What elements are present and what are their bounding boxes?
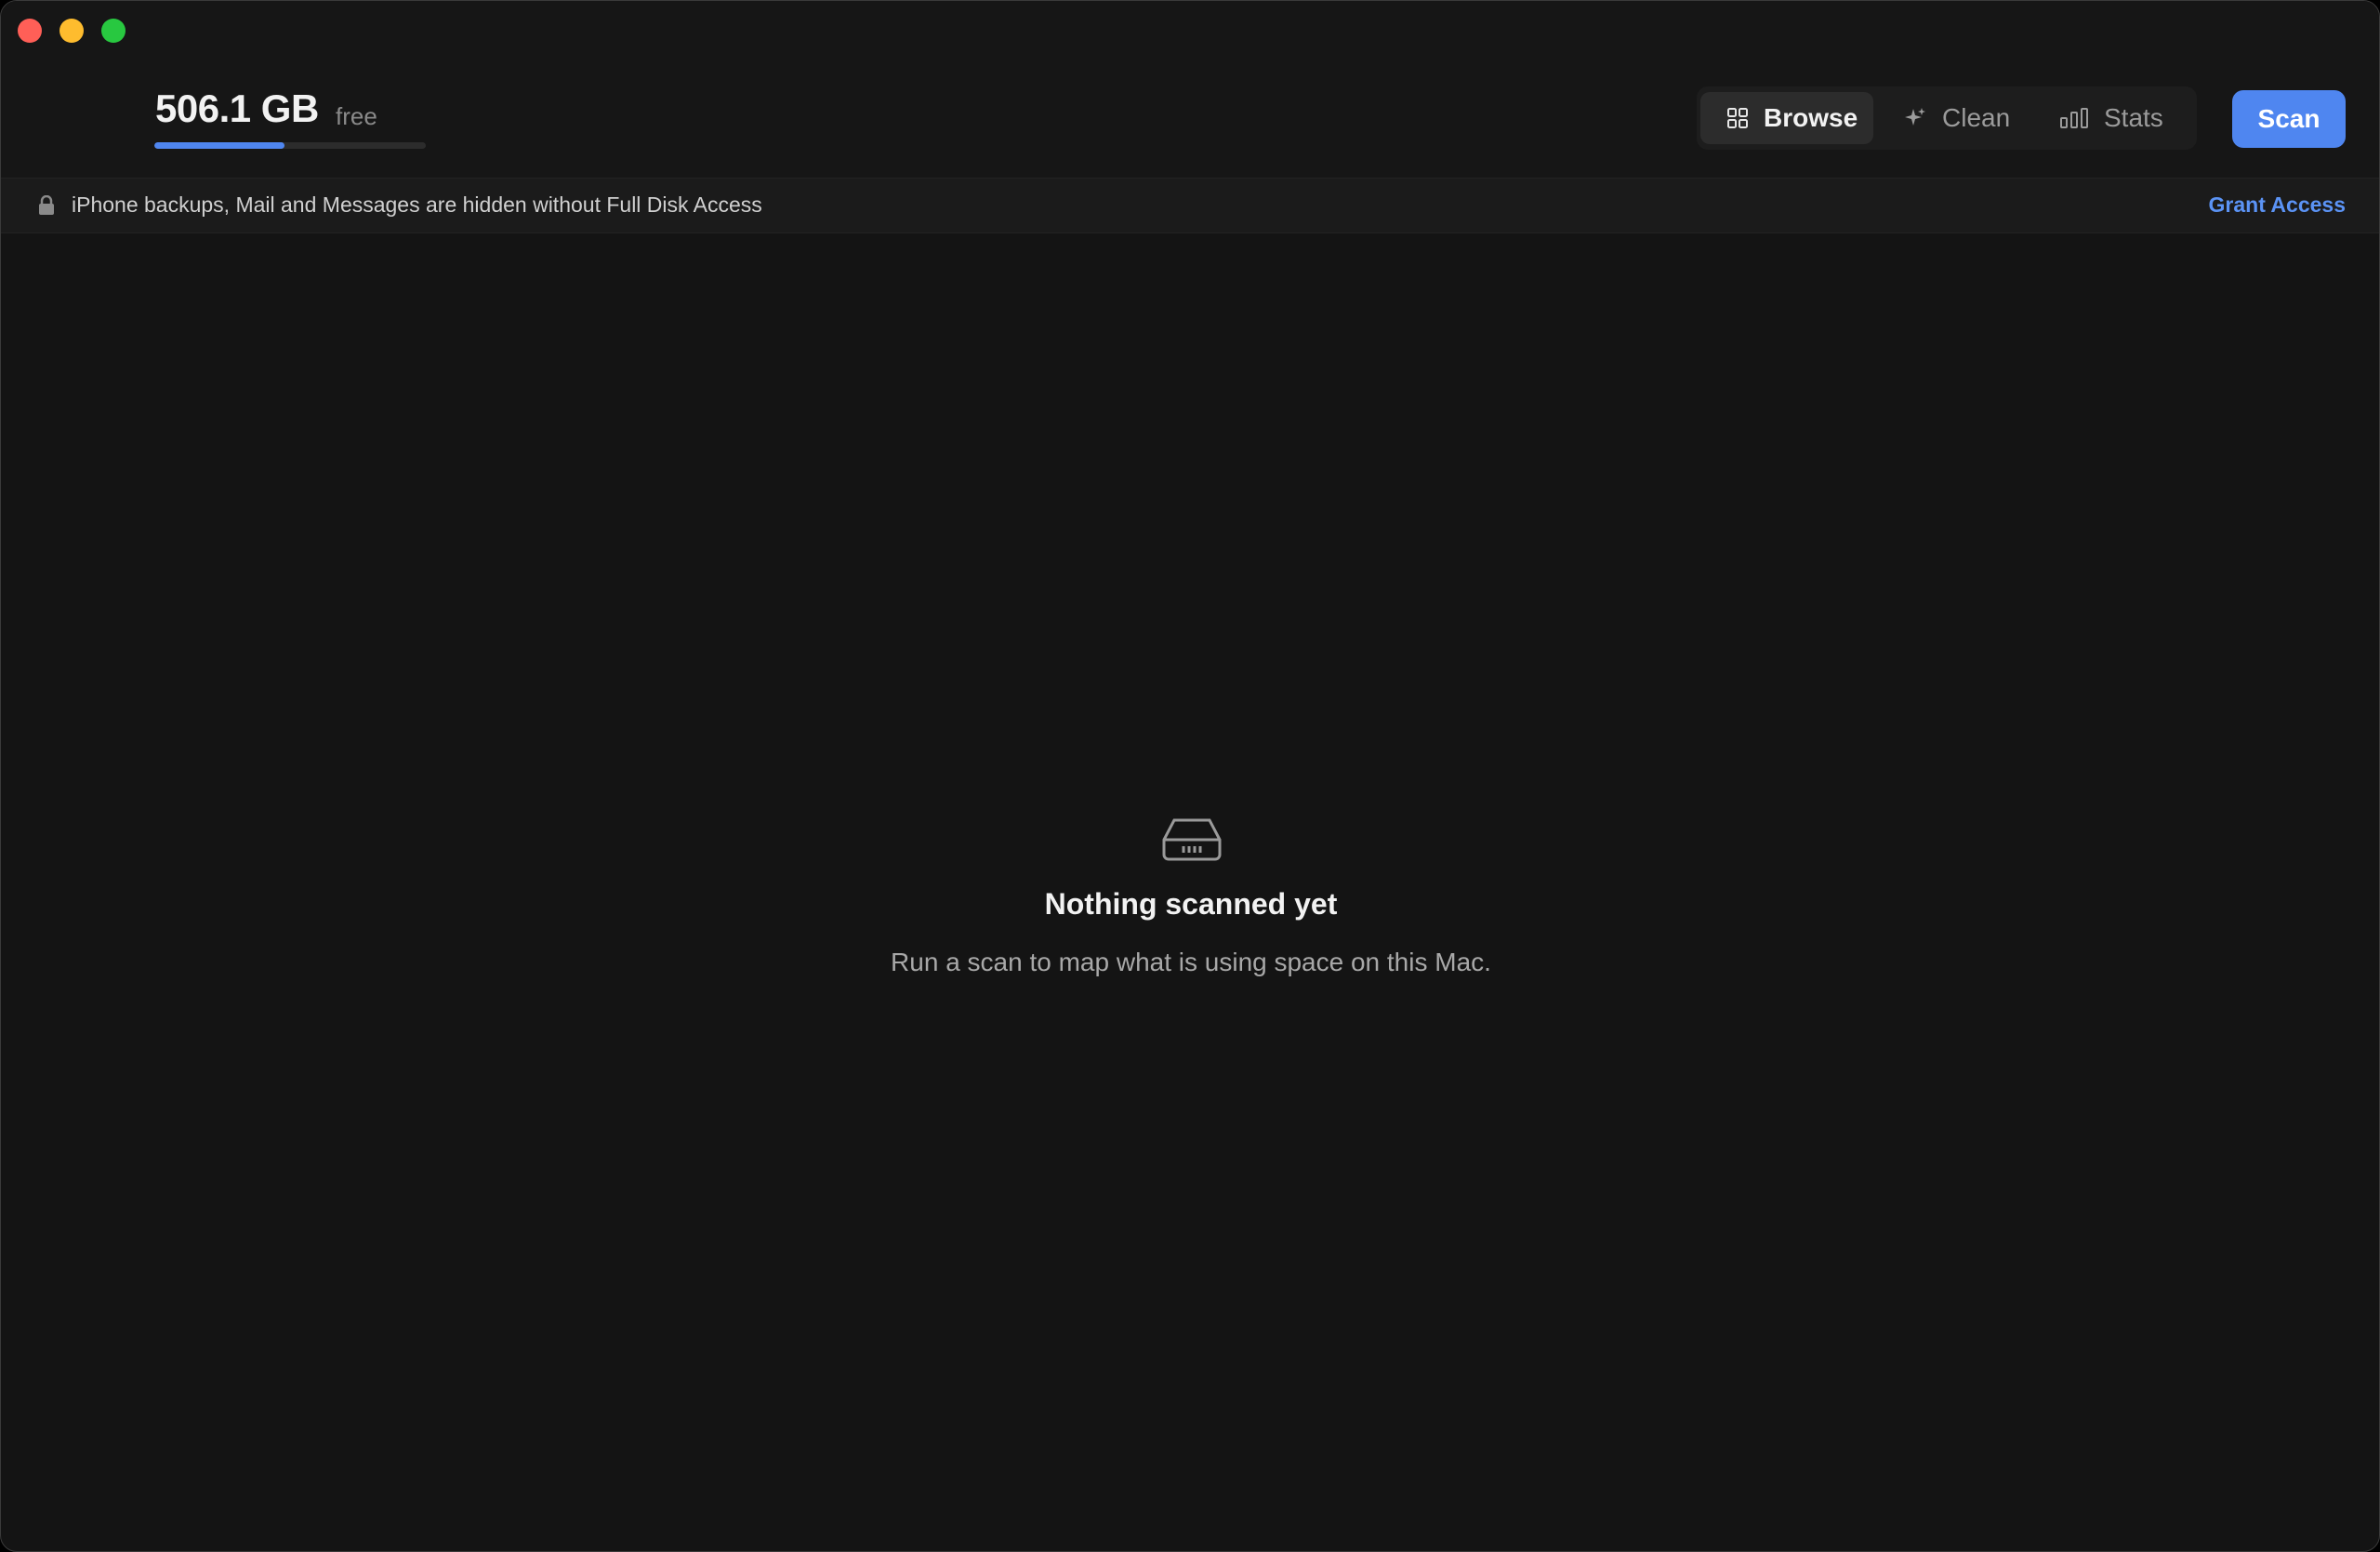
full-disk-access-banner: iPhone backups, Mail and Messages are hi… (1, 178, 2379, 233)
grid-icon (1727, 108, 1748, 128)
minimize-window-button[interactable] (60, 19, 84, 43)
toolbar: 506.1 GB free Browse Clean Stats Scan (1, 1, 2379, 178)
bar-chart-icon (2060, 108, 2088, 128)
disk-usage-bar (154, 142, 426, 149)
tab-browse-label: Browse (1764, 103, 1858, 132)
close-window-button[interactable] (18, 19, 42, 43)
tab-clean[interactable]: Clean (1883, 92, 2022, 144)
drive-icon (1162, 818, 1222, 861)
tab-stats[interactable]: Stats (2039, 92, 2178, 144)
tab-clean-label: Clean (1942, 103, 2011, 132)
scan-button[interactable]: Scan (2232, 90, 2346, 148)
app-window: 506.1 GB free Browse Clean Stats Scan iP… (0, 0, 2380, 1552)
tab-stats-label: Stats (2104, 103, 2163, 132)
disk-free-label: free (336, 102, 377, 130)
empty-state-subtitle: Run a scan to map what is using space on… (891, 948, 1491, 976)
lock-icon (39, 195, 54, 215)
sparkle-icon (1905, 108, 1925, 126)
disk-usage-fill (154, 142, 285, 149)
tab-browse[interactable]: Browse (1700, 92, 1873, 144)
banner-message: iPhone backups, Mail and Messages are hi… (72, 192, 762, 217)
disk-free-size: 506.1 GB (155, 86, 319, 130)
empty-state-title: Nothing scanned yet (1044, 887, 1338, 921)
view-switcher: Browse Clean Stats (1697, 86, 2197, 150)
zoom-window-button[interactable] (101, 19, 126, 43)
grant-access-link[interactable]: Grant Access (2209, 192, 2346, 218)
